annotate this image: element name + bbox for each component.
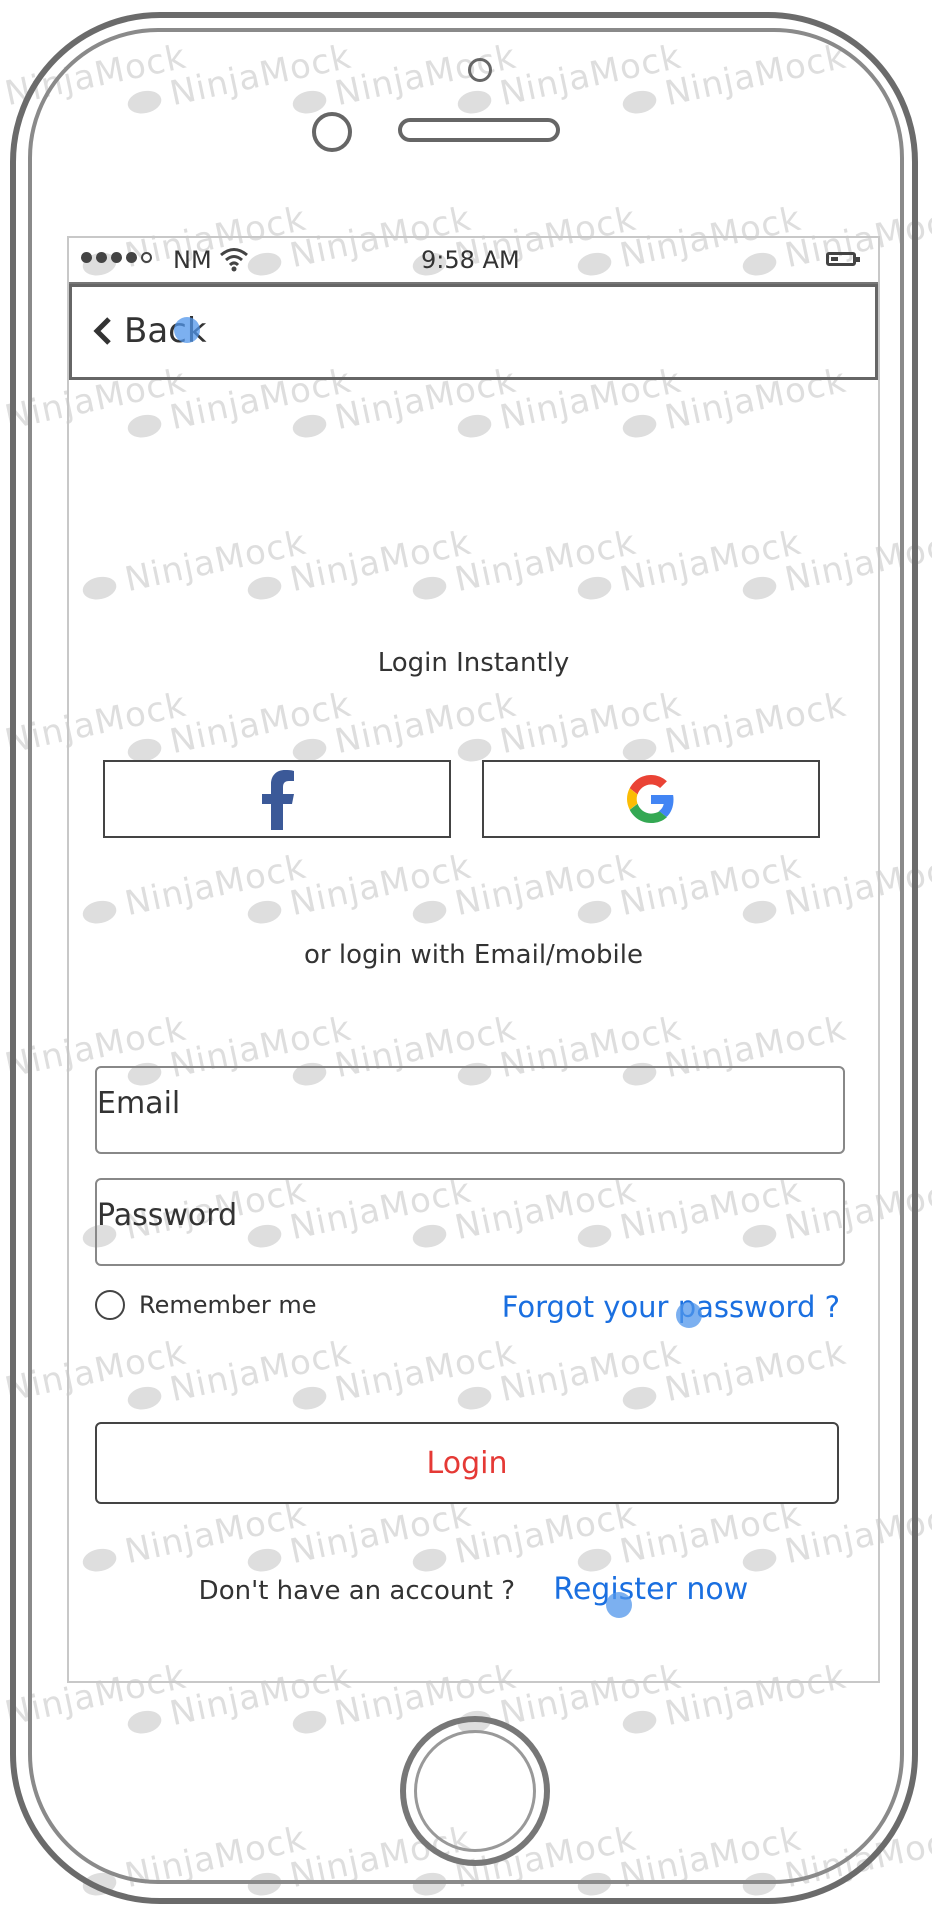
no-account-text: Don't have an account ? [198,1576,516,1606]
tap-indicator [606,1592,632,1618]
status-time: 9:58 AM [421,246,520,274]
camera-sensor [468,58,492,82]
home-button[interactable] [400,1716,550,1866]
google-login-button[interactable] [482,760,820,838]
password-field[interactable]: Password [95,1178,845,1266]
remember-me-label: Remember me [139,1291,317,1319]
phone-screen: NM 9:58 AM Back Login Instantly or login… [67,236,880,1683]
remember-me-radio[interactable] [95,1290,125,1320]
facebook-icon [262,770,294,830]
email-field[interactable]: Email [95,1066,845,1154]
forgot-password-link[interactable]: Forgot your password ? [502,1290,840,1324]
battery-icon [826,252,860,266]
login-heading: Login Instantly [377,648,570,678]
wifi-icon [220,248,248,272]
earpiece-speaker [398,118,560,142]
login-button[interactable]: Login [95,1422,839,1504]
navigation-bar: Back [69,284,878,380]
email-login-divider-text: or login with Email/mobile [304,940,643,970]
register-row: Don't have an account ? Register now [69,1572,878,1607]
chevron-left-icon [93,317,111,345]
tap-indicator [174,317,200,343]
signal-strength-icon [81,252,152,263]
tap-indicator [676,1302,702,1328]
google-icon [627,775,674,823]
status-bar: NM 9:58 AM [69,238,878,284]
remember-me-option[interactable]: Remember me [95,1290,317,1320]
carrier-name: NM [173,246,212,274]
facebook-login-button[interactable] [103,760,451,838]
register-now-link[interactable]: Register now [553,1572,748,1607]
front-camera [312,112,352,152]
